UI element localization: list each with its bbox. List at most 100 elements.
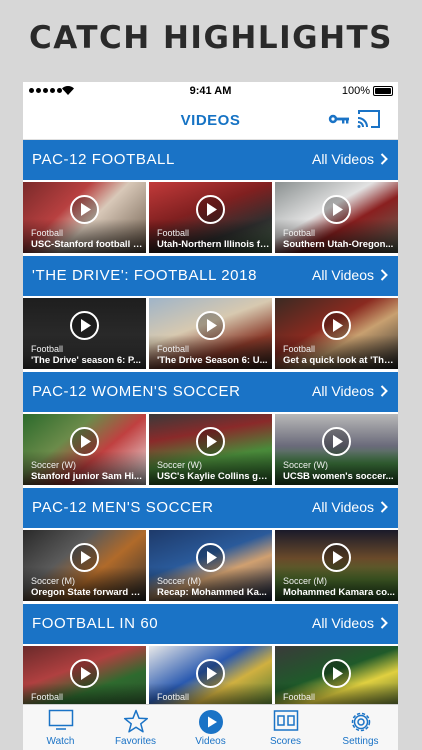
cast-icon[interactable] (356, 108, 382, 130)
video-row: Soccer (M) Oregon State forward D... Socce… (23, 528, 398, 604)
video-category: Soccer (M) (31, 576, 76, 586)
video-row: Soccer (W) Stanford junior Sam Hi... Socce… (23, 412, 398, 488)
play-icon (196, 659, 225, 688)
chevron-right-icon (380, 501, 388, 513)
all-videos-link[interactable]: All Videos (312, 151, 388, 167)
tab-label-videos: Videos (195, 736, 226, 747)
play-icon (196, 543, 225, 572)
video-thumbnail[interactable]: Soccer (W) UCSB women's soccer... (275, 414, 398, 485)
video-caption: Get a quick look at 'The... (283, 355, 397, 366)
tab-label-watch: Watch (46, 736, 75, 747)
video-category: Soccer (W) (283, 460, 328, 470)
play-icon (70, 195, 99, 224)
section-header: PAC-12 FOOTBALL All Videos (23, 140, 398, 180)
video-row: Football 'The Drive' season 6: P... Footba… (23, 296, 398, 372)
video-category: Football (283, 344, 316, 354)
battery-icon (373, 86, 393, 96)
chevron-right-icon (380, 153, 388, 165)
video-category: Soccer (W) (31, 460, 76, 470)
section-title: PAC-12 WOMEN'S SOCCER (32, 383, 241, 400)
video-thumbnail[interactable]: Soccer (W) Stanford junior Sam Hi... (23, 414, 146, 485)
play-icon (322, 311, 351, 340)
video-caption: 'The Drive' season 6: P... (31, 355, 141, 366)
video-caption: Oregon State forward D... (31, 587, 145, 598)
video-category: Soccer (M) (157, 576, 202, 586)
video-row: Football USC-Stanford football ga... Footb… (23, 180, 398, 256)
video-thumbnail[interactable]: Football Get a quick look at 'The... (275, 298, 398, 369)
video-thumbnail[interactable]: Soccer (W) USC's Kaylie Collins ga... (149, 414, 272, 485)
tab-label-favorites: Favorites (114, 736, 157, 747)
tab-favorites[interactable]: Favorites (98, 705, 173, 750)
video-thumbnail[interactable]: Soccer (M) Mohammed Kamara co... (275, 530, 398, 601)
key-icon[interactable] (328, 112, 350, 126)
play-icon (70, 427, 99, 456)
play-icon (196, 195, 225, 224)
all-videos-label: All Videos (311, 383, 374, 399)
all-videos-link[interactable]: All Videos (312, 267, 388, 283)
play-icon (70, 659, 99, 688)
all-videos-label: All Videos (311, 615, 374, 631)
video-category: Football (31, 344, 64, 354)
video-category: Soccer (M) (283, 576, 328, 586)
tab-label-settings: Settings (342, 736, 379, 747)
tab-scores[interactable]: Scores (248, 705, 323, 750)
video-thumbnail[interactable]: Football 'The Drive Season 6: U... (149, 298, 272, 369)
video-thumbnail[interactable]: Soccer (M) Oregon State forward D... (23, 530, 146, 601)
section-header: PAC-12 MEN'S SOCCER All Videos (23, 488, 398, 528)
video-category: Football (31, 692, 64, 702)
video-thumbnail[interactable]: Football 'The Drive' season 6: P... (23, 298, 146, 369)
nav-bar: VIDEOS (23, 100, 398, 140)
play-icon (322, 543, 351, 572)
video-category: Soccer (W) (157, 460, 202, 470)
video-category: Football (157, 228, 190, 238)
video-thumbnail[interactable]: Soccer (M) Recap: Mohammed Ka... (149, 530, 272, 601)
video-category: Football (157, 692, 190, 702)
video-caption: 'The Drive Season 6: U... (157, 355, 268, 366)
tv-icon (48, 709, 73, 730)
all-videos-label: All Videos (311, 499, 374, 515)
video-category: Football (157, 344, 190, 354)
all-videos-link[interactable]: All Videos (312, 615, 388, 631)
section-title: PAC-12 MEN'S SOCCER (32, 499, 214, 516)
status-bar: 9:41 AM 100% (23, 82, 398, 100)
video-category: Football (31, 228, 64, 238)
video-thumbnail[interactable]: Football Southern Utah-Oregon... (275, 182, 398, 253)
section-header: 'THE DRIVE': FOOTBALL 2018 All Videos (23, 256, 398, 296)
play-icon (322, 195, 351, 224)
section-header: PAC-12 WOMEN'S SOCCER All Videos (23, 372, 398, 412)
promo-headline: CATCH HIGHLIGHTS (29, 20, 393, 56)
play-icon (322, 659, 351, 688)
scoreboard-icon (273, 710, 298, 731)
play-circle-icon (198, 710, 223, 734)
video-thumbnail[interactable]: Football Utah-Northern Illinois fo... (149, 182, 272, 253)
section-title: 'THE DRIVE': FOOTBALL 2018 (32, 267, 258, 284)
section-title: PAC-12 FOOTBALL (32, 151, 175, 168)
video-caption: Utah-Northern Illinois fo... (157, 239, 271, 250)
phone-screen: 9:41 AM 100% VIDEOS PAC-12 FOOTBALL All V… (23, 82, 398, 750)
video-caption: Recap: Mohammed Ka... (157, 587, 267, 598)
video-caption: USC's Kaylie Collins ga... (157, 471, 271, 482)
all-videos-label: All Videos (311, 267, 374, 283)
tab-videos[interactable]: Videos (173, 705, 248, 750)
play-icon (70, 543, 99, 572)
video-category: Football (283, 228, 316, 238)
section-title: FOOTBALL IN 60 (32, 615, 159, 632)
all-videos-link[interactable]: All Videos (312, 499, 388, 515)
video-thumbnail[interactable]: Football USC-Stanford football ga... (23, 182, 146, 253)
video-category: Football (283, 692, 316, 702)
tab-settings[interactable]: Settings (323, 705, 398, 750)
chevron-right-icon (380, 269, 388, 281)
video-caption: Mohammed Kamara co... (283, 587, 395, 598)
all-videos-link[interactable]: All Videos (312, 383, 388, 399)
play-icon (70, 311, 99, 340)
video-caption: UCSB women's soccer... (283, 471, 394, 482)
chevron-right-icon (380, 385, 388, 397)
battery-percent: 100% (341, 85, 370, 97)
video-caption: Southern Utah-Oregon... (283, 239, 394, 250)
play-icon (322, 427, 351, 456)
gear-icon (351, 712, 370, 732)
tab-label-scores: Scores (269, 736, 302, 747)
tab-watch[interactable]: Watch (23, 705, 98, 750)
play-icon (196, 427, 225, 456)
tab-bar: Watch Favorites Videos Scores Settings (23, 704, 398, 750)
